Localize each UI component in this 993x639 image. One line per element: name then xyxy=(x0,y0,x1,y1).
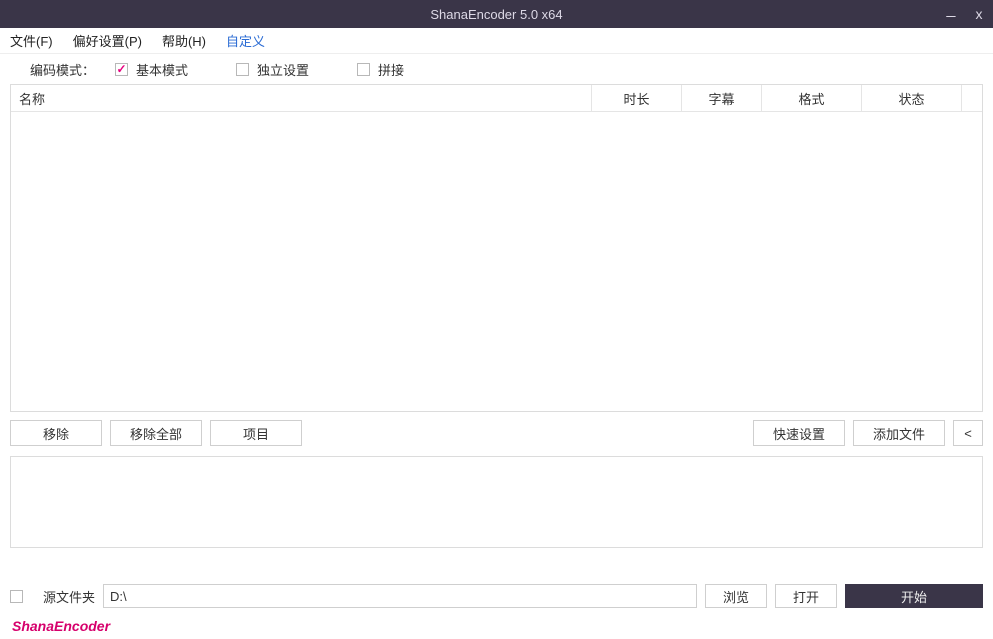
output-path-input[interactable] xyxy=(103,584,697,608)
checkbox-icon xyxy=(236,63,249,76)
checkbox-icon xyxy=(357,63,370,76)
quick-settings-button[interactable]: 快速设置 xyxy=(753,420,845,446)
add-file-button[interactable]: 添加文件 xyxy=(853,420,945,446)
log-area[interactable] xyxy=(10,456,983,548)
title-bar[interactable]: ShanaEncoder 5.0 x64 _ x xyxy=(0,0,993,28)
encode-mode-label: 编码模式： xyxy=(30,60,95,79)
minimize-button[interactable]: _ xyxy=(937,0,965,28)
mode-basic-label: 基本模式 xyxy=(136,60,188,79)
menu-help[interactable]: 帮助(H) xyxy=(162,31,206,50)
col-subtitle[interactable]: 字幕 xyxy=(682,85,762,111)
col-scroll-spacer xyxy=(962,85,982,111)
output-path-row: 源文件夹 浏览 打开 开始 xyxy=(0,581,993,611)
window-controls: _ x xyxy=(937,0,993,28)
table-header-row: 名称 时长 字幕 格式 状态 xyxy=(11,85,982,112)
col-name[interactable]: 名称 xyxy=(11,85,592,111)
open-button[interactable]: 打开 xyxy=(775,584,837,608)
start-button[interactable]: 开始 xyxy=(845,584,983,608)
source-folder-label: 源文件夹 xyxy=(43,587,95,606)
menu-preferences[interactable]: 偏好设置(P) xyxy=(73,31,142,50)
project-button[interactable]: 项目 xyxy=(210,420,302,446)
checkbox-icon xyxy=(10,590,23,603)
browse-button[interactable]: 浏览 xyxy=(705,584,767,608)
col-status[interactable]: 状态 xyxy=(862,85,962,111)
mode-concat-label: 拼接 xyxy=(378,60,404,79)
col-format[interactable]: 格式 xyxy=(762,85,862,111)
window-title: ShanaEncoder 5.0 x64 xyxy=(430,7,562,22)
menu-custom[interactable]: 自定义 xyxy=(226,31,265,50)
right-button-group: 快速设置 添加文件 < xyxy=(753,420,983,448)
brand-label: ShanaEncoder xyxy=(12,618,110,634)
remove-button[interactable]: 移除 xyxy=(10,420,102,446)
close-button[interactable]: x xyxy=(965,0,993,28)
mode-concat[interactable]: 拼接 xyxy=(357,60,404,79)
file-table[interactable]: 名称 时长 字幕 格式 状态 xyxy=(10,84,983,412)
mode-basic[interactable]: 基本模式 xyxy=(115,60,188,79)
collapse-button[interactable]: < xyxy=(953,420,983,446)
footer: ShanaEncoder xyxy=(0,613,993,639)
menu-bar: 文件(F) 偏好设置(P) 帮助(H) 自定义 xyxy=(0,28,993,54)
remove-all-button[interactable]: 移除全部 xyxy=(110,420,202,446)
mode-independent-label: 独立设置 xyxy=(257,60,309,79)
menu-file[interactable]: 文件(F) xyxy=(10,31,53,50)
source-folder-checkbox[interactable] xyxy=(10,590,31,603)
encode-mode-row: 编码模式： 基本模式 独立设置 拼接 xyxy=(0,54,993,84)
action-button-row: 移除 移除全部 项目 快速设置 添加文件 < xyxy=(10,420,983,448)
left-button-group: 移除 移除全部 项目 xyxy=(10,420,302,448)
checkbox-icon xyxy=(115,63,128,76)
col-duration[interactable]: 时长 xyxy=(592,85,682,111)
mode-independent[interactable]: 独立设置 xyxy=(236,60,309,79)
